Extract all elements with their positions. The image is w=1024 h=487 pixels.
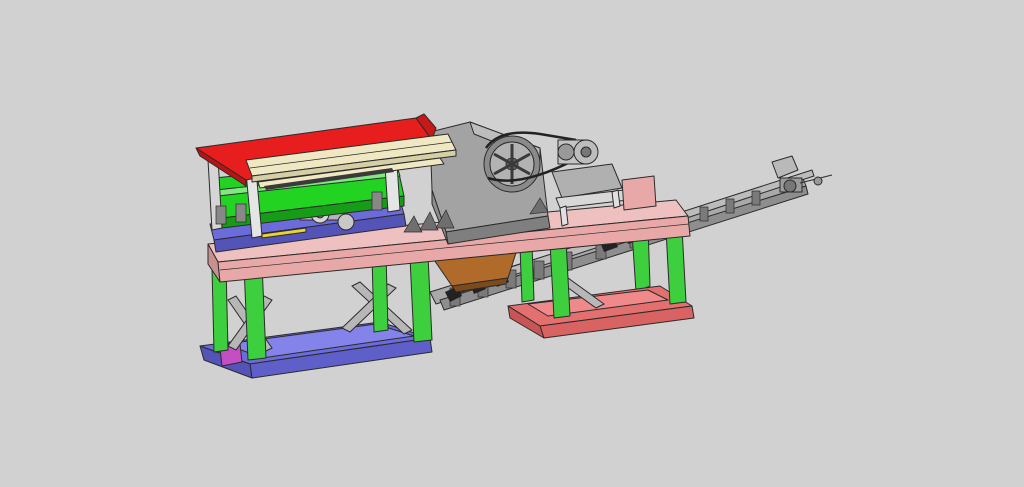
left-pontoon bbox=[199, 321, 433, 379]
right-pontoon bbox=[507, 285, 695, 339]
feed-hopper bbox=[195, 113, 457, 190]
plant-model-drawing bbox=[195, 113, 833, 379]
flywheel bbox=[483, 135, 541, 193]
cad-viewport bbox=[0, 0, 1024, 487]
